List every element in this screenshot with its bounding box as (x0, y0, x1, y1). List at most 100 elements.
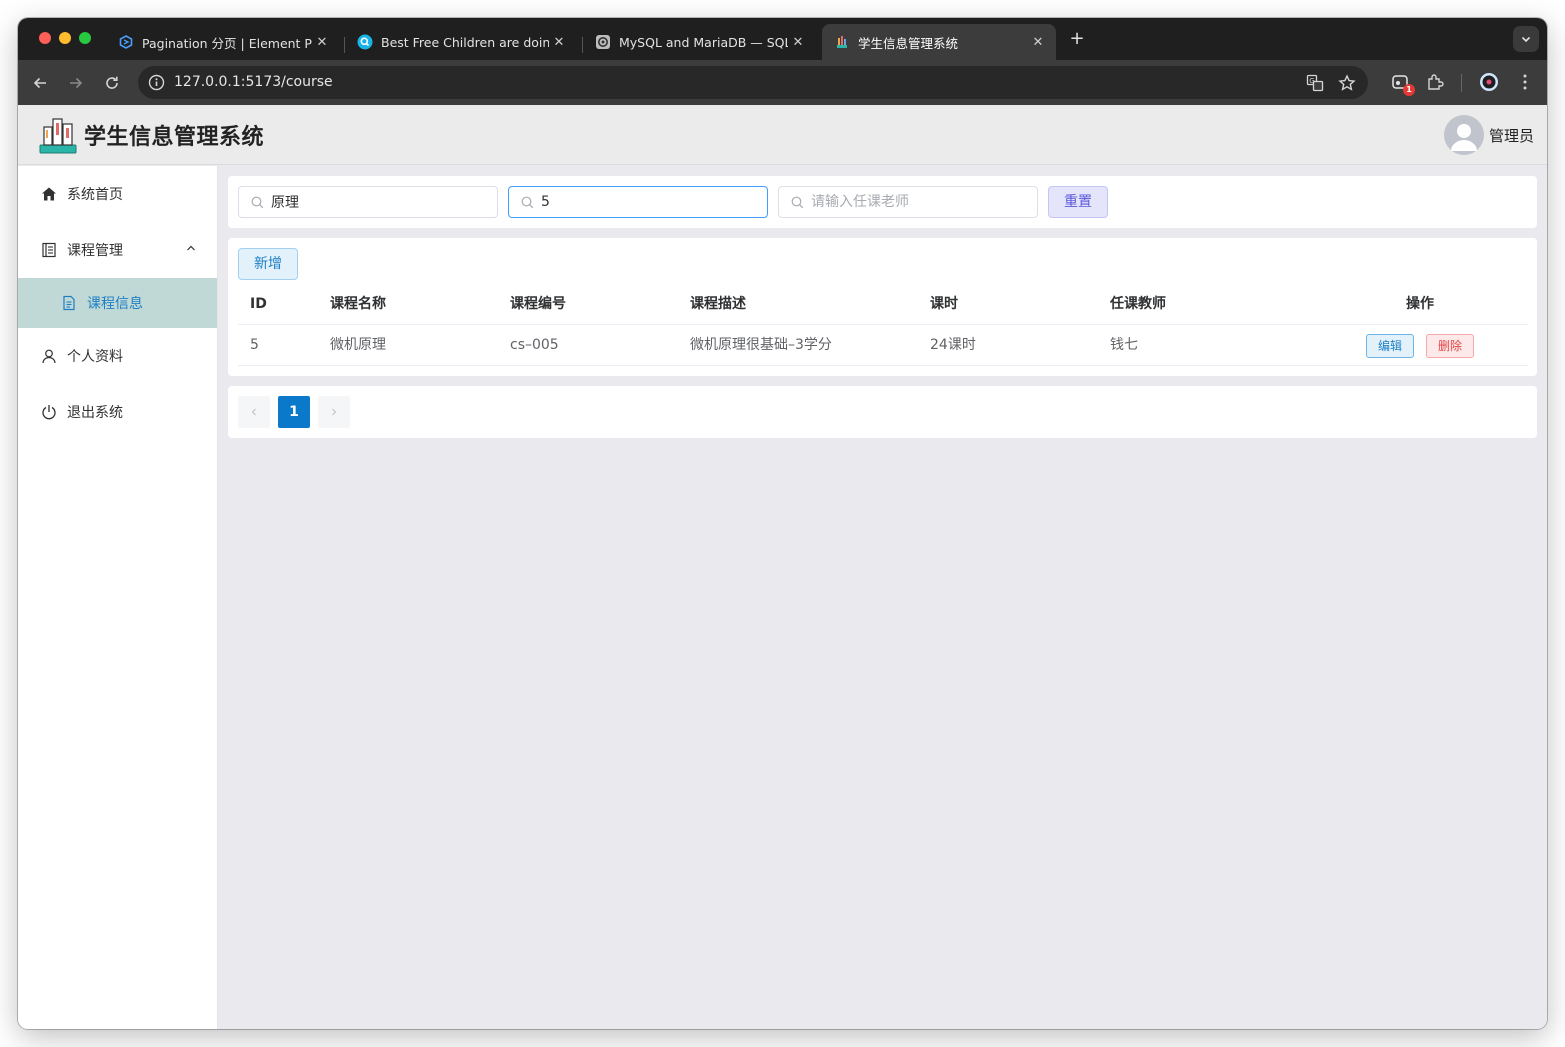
close-tab-icon[interactable]: ✕ (1028, 35, 1048, 50)
sidebar-item-home[interactable]: 系统首页 (18, 166, 217, 222)
translate-icon[interactable]: G (1306, 74, 1324, 92)
search-bubble-icon (357, 34, 373, 50)
close-tab-icon[interactable]: ✕ (549, 35, 569, 50)
sidebar-item-label: 退出系统 (67, 405, 123, 421)
next-page-button[interactable] (318, 396, 350, 428)
cell-id: 5 (250, 337, 259, 353)
column-header: 课程编号 (510, 296, 566, 312)
tab-search-button[interactable] (1513, 26, 1539, 52)
close-tab-icon[interactable]: ✕ (788, 35, 808, 50)
delete-button[interactable]: 删除 (1426, 334, 1474, 358)
cell-teacher: 钱七 (1110, 337, 1138, 353)
add-course-button[interactable]: 新增 (238, 248, 298, 280)
home-icon (41, 186, 57, 202)
back-button[interactable] (28, 71, 52, 95)
bookmark-star-icon[interactable] (1338, 74, 1356, 92)
search-icon (250, 195, 264, 209)
avatar-user-icon (1451, 124, 1477, 151)
edit-button[interactable]: 编辑 (1366, 334, 1414, 358)
chevron-up-icon (185, 242, 197, 254)
more-vertical-icon (1523, 74, 1527, 90)
sidebar-item-course-management[interactable]: 课程管理 (18, 222, 217, 278)
search-icon (520, 195, 534, 209)
address-bar[interactable]: 127.0.0.1:5173/course G (138, 66, 1368, 99)
new-tab-button[interactable]: + (1066, 28, 1088, 50)
svg-text:G: G (1309, 77, 1314, 85)
app-header: 学生信息管理系统 管理员 (18, 105, 1547, 165)
course-name-input[interactable] (271, 194, 481, 210)
sidebar-item-label: 个人资料 (67, 349, 123, 365)
course-code-input[interactable] (541, 194, 751, 210)
app-title: 学生信息管理系统 (84, 125, 265, 150)
student-system-icon (834, 34, 850, 50)
sidebar: 系统首页 课程管理 课程信息 个人资料 退出系统 (18, 166, 218, 1029)
extension-button[interactable]: 1 (1389, 71, 1415, 96)
element-plus-logo-icon (118, 34, 134, 50)
forward-button[interactable] (64, 71, 88, 95)
minimize-window-button[interactable] (59, 32, 71, 44)
puzzle-icon (1428, 74, 1444, 90)
reset-button[interactable]: 重置 (1048, 186, 1108, 218)
table-card: 新增 ID 课程名称 课程编号 课程描述 课时 任课教师 操作 5 微机原理 c… (228, 238, 1537, 376)
search-card: 重置 (228, 176, 1537, 228)
tab-best-free[interactable]: Best Free Children are doing ✕ (345, 24, 577, 60)
cell-code: cs–005 (510, 337, 559, 353)
app-root: 学生信息管理系统 管理员 系统首页 课程管理 课程信息 个人资料 退出系统 原理… (18, 105, 1547, 1029)
tab-strip: Pagination 分页 | Element Plus ✕ Best Free… (18, 18, 1547, 60)
cell-hours: 24课时 (930, 337, 976, 353)
table-row: 5 微机原理 cs–005 微机原理很基础–3学分 24课时 钱七 编辑 删除 (238, 325, 1528, 366)
maximize-window-button[interactable] (79, 32, 91, 44)
teacher-input[interactable] (811, 194, 1021, 210)
browser-menu-button[interactable] (1514, 71, 1536, 93)
column-header: 课程名称 (330, 296, 386, 312)
column-header: 课时 (930, 296, 958, 312)
tab-sqlalchemy[interactable]: MySQL and MariaDB — SQLAlchemy ✕ (583, 24, 816, 60)
tab-title: 学生信息管理系统 (858, 35, 959, 51)
sidebar-item-label: 课程管理 (67, 243, 123, 259)
power-icon (41, 404, 57, 420)
chevron-down-icon (1521, 36, 1531, 43)
course-code-search[interactable] (508, 186, 768, 218)
page-number-button[interactable]: 1 (278, 396, 310, 428)
document-list-icon (41, 242, 57, 258)
course-table: ID 课程名称 课程编号 课程描述 课时 任课教师 操作 5 微机原理 cs–0… (238, 284, 1528, 366)
close-tab-icon[interactable]: ✕ (312, 35, 332, 50)
browser-toolbar: 127.0.0.1:5173/course G 1 (18, 60, 1547, 105)
column-header: 课程描述 (690, 296, 746, 312)
toolbar-separator (1461, 74, 1462, 92)
reload-icon (106, 76, 118, 89)
chevron-left-icon (251, 408, 256, 416)
tab-element-plus[interactable]: Pagination 分页 | Element Plus ✕ (106, 24, 340, 60)
cell-name: 微机原理 (330, 337, 386, 353)
reload-button[interactable] (100, 71, 124, 95)
tab-student-system[interactable]: 学生信息管理系统 ✕ (822, 24, 1056, 60)
chevron-right-icon (332, 408, 337, 416)
extension-badge: 1 (1403, 84, 1415, 96)
column-header: 操作 (1406, 296, 1434, 312)
teacher-search[interactable] (778, 186, 1038, 218)
sidebar-item-logout[interactable]: 退出系统 (18, 384, 217, 440)
document-icon (61, 295, 77, 311)
app-logo-icon (38, 115, 78, 155)
user-avatar[interactable] (1444, 115, 1484, 155)
tab-title: Best Free Children are doing (381, 34, 549, 50)
profile-button[interactable] (1478, 71, 1500, 93)
cell-description: 微机原理很基础–3学分 (690, 337, 832, 353)
sidebar-item-profile[interactable]: 个人资料 (18, 328, 217, 384)
pagination-card: 1 (228, 386, 1537, 438)
tab-title: Pagination 分页 | Element Plus (142, 35, 312, 51)
course-name-search[interactable] (238, 186, 498, 218)
prev-page-button[interactable] (238, 396, 270, 428)
close-window-button[interactable] (39, 32, 51, 44)
site-info-icon[interactable] (147, 73, 166, 92)
sidebar-item-course-info[interactable]: 课程信息 (18, 278, 217, 328)
extensions-button[interactable] (1424, 71, 1446, 93)
tab-title: MySQL and MariaDB — SQLAlchemy (619, 34, 788, 50)
browser-window: Pagination 分页 | Element Plus ✕ Best Free… (18, 18, 1547, 1029)
column-header: ID (250, 296, 267, 312)
arrow-left-icon (33, 77, 46, 89)
user-name[interactable]: 管理员 (1489, 125, 1534, 146)
sidebar-item-label: 系统首页 (67, 187, 123, 203)
user-icon (41, 348, 57, 364)
search-icon (790, 195, 804, 209)
